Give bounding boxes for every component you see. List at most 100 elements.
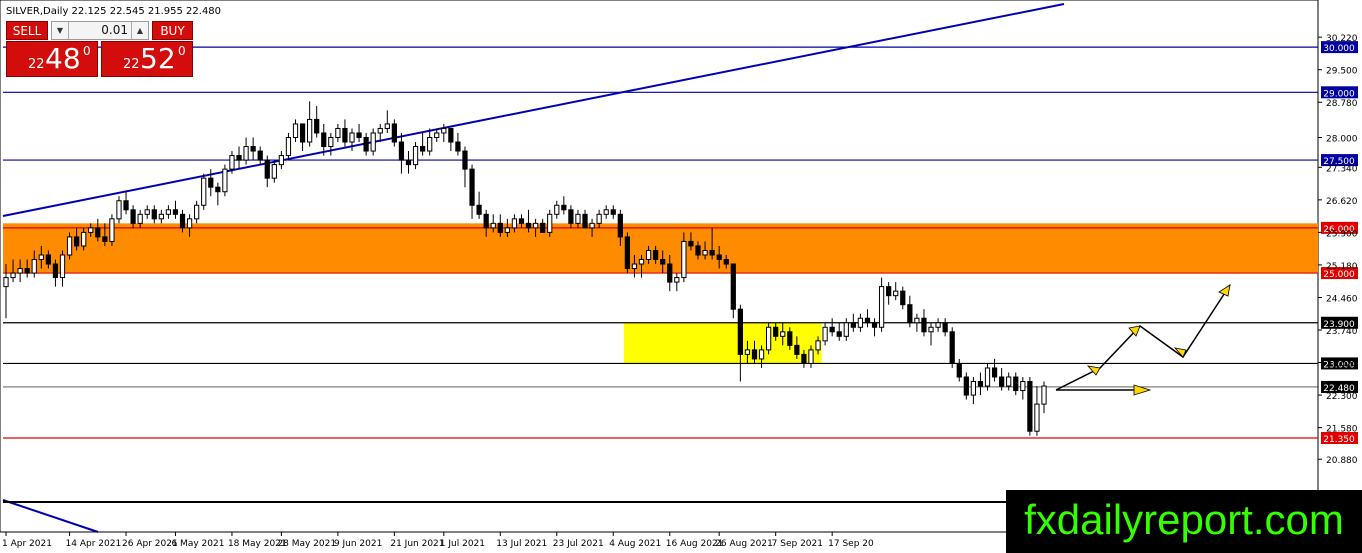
candle[interactable] (116, 196, 122, 224)
candle-body (653, 249, 659, 261)
candle-body (624, 236, 631, 270)
candle-body (236, 155, 242, 161)
y-tick-label: 22.300 (1326, 392, 1358, 402)
y-tick-label: 25.180 (1326, 262, 1358, 272)
candle-body (716, 254, 722, 261)
candle[interactable] (201, 173, 207, 210)
candle-body (476, 204, 482, 215)
y-tick-label: 21.580 (1326, 425, 1358, 435)
candle-body (935, 322, 941, 328)
candle-body (349, 132, 355, 143)
candle-body (921, 317, 927, 333)
candle[interactable] (984, 363, 991, 391)
candle-body (631, 263, 638, 270)
candle[interactable] (765, 322, 772, 355)
x-tick-label: 14 Apr 2021 (66, 539, 122, 549)
candle-body (582, 213, 588, 229)
candle-body (427, 136, 433, 152)
candle-body (575, 213, 581, 224)
candle-body (10, 272, 16, 279)
candle-body (688, 240, 694, 247)
candle-body (434, 132, 440, 138)
candle-body (794, 344, 800, 355)
candle-body (525, 222, 532, 229)
candle-body (900, 290, 906, 306)
lot-size-stepper[interactable]: ▼ 0.01 ▲ (51, 21, 149, 40)
candle-body (229, 155, 235, 170)
candle-body (1020, 381, 1026, 392)
lot-size-value[interactable]: 0.01 (101, 22, 128, 39)
price-chart[interactable]: 30.00029.00027.50026.00025.00023.90023.0… (0, 0, 1362, 553)
candle-body (201, 177, 207, 206)
candle-body (292, 123, 299, 138)
lot-increase-icon[interactable]: ▲ (131, 22, 148, 39)
candle-body (222, 168, 228, 193)
candle[interactable] (285, 132, 292, 161)
candle-body (186, 218, 193, 229)
x-axis: 1 Apr 2021 14 Apr 2021 26 Apr 20216 May 20… (2, 532, 874, 549)
zone-0[interactable] (3, 223, 1318, 274)
candle[interactable] (391, 119, 397, 147)
candle-body (744, 349, 751, 355)
candle-body (342, 127, 348, 143)
candle-body (271, 164, 277, 179)
buy-price-box[interactable]: 22 52 0 (101, 41, 193, 77)
brand-watermark: fxdailyreport.com (1006, 490, 1362, 553)
candle[interactable] (412, 142, 419, 170)
candle-body (123, 200, 129, 211)
candle-body (73, 236, 80, 247)
candle[interactable] (66, 232, 73, 260)
candle-body (194, 204, 200, 220)
x-tick-label: 21 Jun 2021 (390, 539, 444, 549)
candle-body (709, 249, 715, 256)
candle[interactable] (624, 232, 631, 274)
candle-body (462, 150, 468, 170)
candle-body (335, 127, 341, 138)
y-tick-label: 20.880 (1326, 456, 1358, 466)
candle[interactable] (370, 128, 376, 156)
candle-body (504, 227, 510, 233)
buy-button[interactable]: BUY (152, 21, 193, 40)
candle-body (773, 326, 779, 337)
candle-body (1027, 381, 1033, 432)
candle-body (765, 326, 772, 351)
candle[interactable] (109, 214, 115, 246)
candle-body (568, 209, 574, 224)
level-tag-text: 21.350 (1323, 435, 1355, 445)
x-tick-label: 13 Jul 2021 (496, 539, 547, 549)
candle-body (603, 209, 609, 215)
candle-body (596, 213, 602, 224)
candle-body (751, 349, 758, 360)
candle-body (448, 127, 454, 143)
candle-body (88, 227, 94, 233)
candle-body (532, 222, 539, 229)
lot-decrease-icon[interactable]: ▼ (52, 22, 69, 39)
buy-price-main: 52 (140, 42, 176, 75)
y-tick-label: 23.740 (1326, 327, 1358, 337)
candle[interactable] (963, 372, 969, 400)
candle[interactable] (949, 327, 955, 368)
candle-body (561, 204, 567, 211)
candle[interactable] (547, 209, 553, 237)
sell-price-box[interactable]: 22 48 0 (6, 41, 98, 77)
candle-body (610, 209, 616, 215)
candle-body (109, 218, 115, 242)
candle-body (52, 263, 59, 279)
candle-body (215, 186, 221, 193)
candle-body (829, 326, 835, 333)
candle-body (469, 168, 475, 206)
candle-body (66, 236, 73, 256)
candle-body (914, 317, 920, 324)
x-tick-label: 1 Jul 2021 (440, 539, 485, 549)
candle-body (999, 376, 1005, 387)
sell-button[interactable]: SELL (6, 21, 48, 40)
candle-body (871, 322, 878, 328)
candle-body (24, 268, 30, 274)
candle[interactable] (222, 164, 228, 197)
candle-body (942, 322, 948, 333)
x-tick-label: 26 Aug 2021 (715, 539, 773, 549)
candle-body (158, 213, 164, 220)
candle[interactable] (1027, 376, 1033, 436)
candle-body (518, 218, 525, 224)
y-tick-label: 29.500 (1326, 67, 1358, 77)
